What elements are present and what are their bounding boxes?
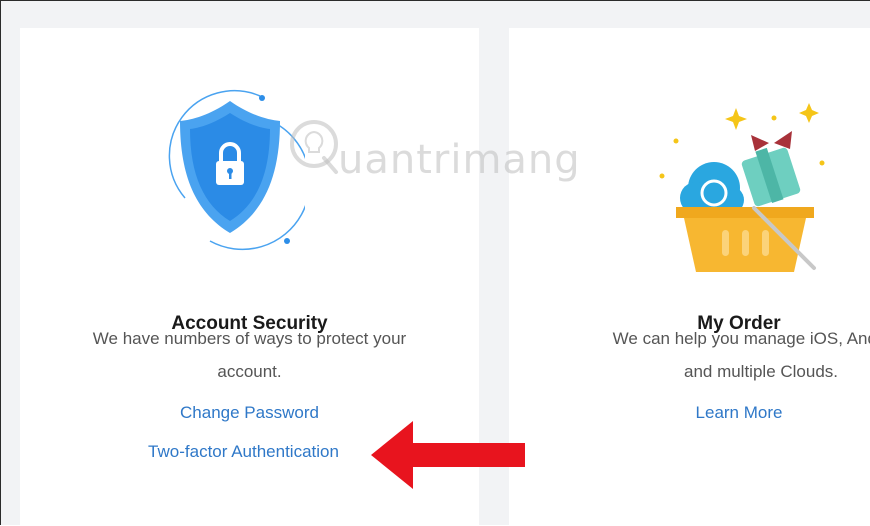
description-line: and multiple Clouds. [683,362,839,381]
my-order-description: We can help you manage iOS, Android and … [509,322,870,388]
description-line: We can help you manage iOS, Android [612,329,870,348]
basket-gift-icon [659,103,825,272]
watermark: uantrimang [286,109,626,209]
learn-more-link[interactable]: Learn More [509,403,870,423]
shield-lock-icon [168,89,305,251]
red-arrow-left-icon [371,421,525,489]
change-password-link[interactable]: Change Password [20,403,479,423]
account-security-description: We have numbers of ways to protect your … [40,322,459,388]
lightbulb-q-icon [290,120,338,174]
watermark-text: uantrimang [338,137,581,183]
page-background: Account Security We have numbers of ways… [0,0,870,526]
description-line: account. [217,362,282,381]
my-order-card: My Order We can help you manage iOS, And… [509,28,870,526]
description-line: We have numbers of ways to protect your [92,329,407,348]
